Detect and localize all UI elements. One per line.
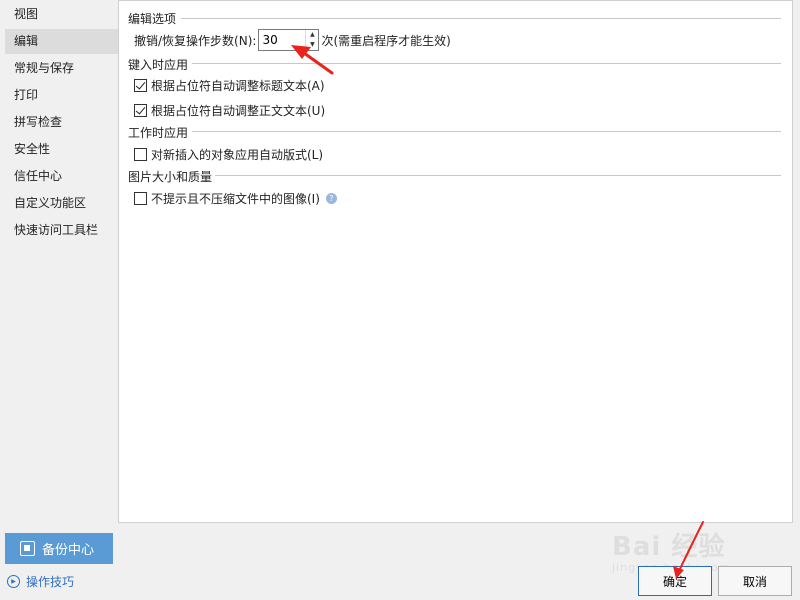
undo-steps-row: 撤销/恢复操作步数(N): ▲ ▼ 次(需重启程序才能生效) (134, 29, 451, 51)
auto-body-checkbox[interactable] (134, 104, 147, 117)
auto-layout-label: 对新插入的对象应用自动版式(L) (151, 148, 324, 162)
sidebar-item-general-save[interactable]: 常规与保存 (5, 56, 118, 81)
section-divider (181, 18, 781, 19)
undo-steps-suffix: 次(需重启程序才能生效) (321, 33, 451, 48)
backup-icon (20, 541, 35, 556)
ok-button[interactable]: 确定 (638, 566, 712, 596)
tips-link[interactable]: ▶ 操作技巧 (7, 573, 74, 590)
sidebar-item-print[interactable]: 打印 (5, 83, 118, 108)
sidebar-item-security[interactable]: 安全性 (5, 137, 118, 162)
auto-layout-checkbox[interactable] (134, 148, 147, 161)
sidebar-item-trust-center[interactable]: 信任中心 (5, 164, 118, 189)
sidebar-item-customize-ribbon[interactable]: 自定义功能区 (5, 191, 118, 216)
section-title-editing: 编辑选项 (128, 12, 177, 26)
section-title-working: 工作时应用 (128, 126, 189, 140)
cancel-button[interactable]: 取消 (718, 566, 792, 596)
section-divider (192, 131, 781, 132)
auto-body-label: 根据占位符自动调整正文文本(U) (151, 104, 326, 118)
category-list: 视图 编辑 常规与保存 打印 拼写检查 安全性 信任中心 自定义功能区 快速访问… (5, 0, 118, 243)
option-auto-title[interactable]: 根据占位符自动调整标题文本(A) (134, 77, 325, 94)
option-auto-layout[interactable]: 对新插入的对象应用自动版式(L) (134, 146, 323, 163)
watermark-logo-text: Bai 经验 (612, 532, 726, 562)
undo-steps-stepper[interactable]: ▲ ▼ (258, 29, 320, 51)
section-title-typing: 键入时应用 (128, 58, 189, 72)
help-icon[interactable]: ? (325, 193, 337, 204)
stepper-up-icon[interactable]: ▲ (306, 30, 318, 40)
options-sidebar: 视图 编辑 常规与保存 打印 拼写检查 安全性 信任中心 自定义功能区 快速访问… (0, 0, 118, 600)
play-circle-icon: ▶ (7, 575, 20, 588)
stepper-down-icon[interactable]: ▼ (306, 40, 318, 50)
tips-label: 操作技巧 (26, 575, 75, 589)
auto-title-label: 根据占位符自动调整标题文本(A) (151, 79, 325, 93)
no-compress-checkbox[interactable] (134, 192, 147, 205)
auto-title-checkbox[interactable] (134, 79, 147, 92)
backup-center-button[interactable]: 备份中心 (5, 533, 113, 564)
sidebar-item-view[interactable]: 视图 (5, 2, 118, 27)
no-compress-label: 不提示且不压缩文件中的图像(I) (151, 192, 320, 206)
options-panel: 编辑选项 撤销/恢复操作步数(N): ▲ ▼ 次(需重启程序才能生效) 键入时应… (118, 0, 793, 523)
option-auto-body[interactable]: 根据占位符自动调整正文文本(U) (134, 102, 325, 119)
section-title-image-quality: 图片大小和质量 (128, 170, 213, 184)
sidebar-item-spellcheck[interactable]: 拼写检查 (5, 110, 118, 135)
section-divider (192, 63, 781, 64)
stepper-buttons: ▲ ▼ (305, 30, 318, 50)
sidebar-item-edit[interactable]: 编辑 (5, 29, 118, 54)
backup-center-label: 备份中心 (42, 543, 95, 558)
option-no-compress[interactable]: 不提示且不压缩文件中的图像(I) ? (134, 190, 337, 207)
undo-steps-label: 撤销/恢复操作步数(N): (134, 33, 257, 48)
undo-steps-input[interactable] (259, 30, 306, 50)
sidebar-item-quick-access-toolbar[interactable]: 快速访问工具栏 (5, 218, 118, 243)
section-divider (215, 175, 781, 176)
